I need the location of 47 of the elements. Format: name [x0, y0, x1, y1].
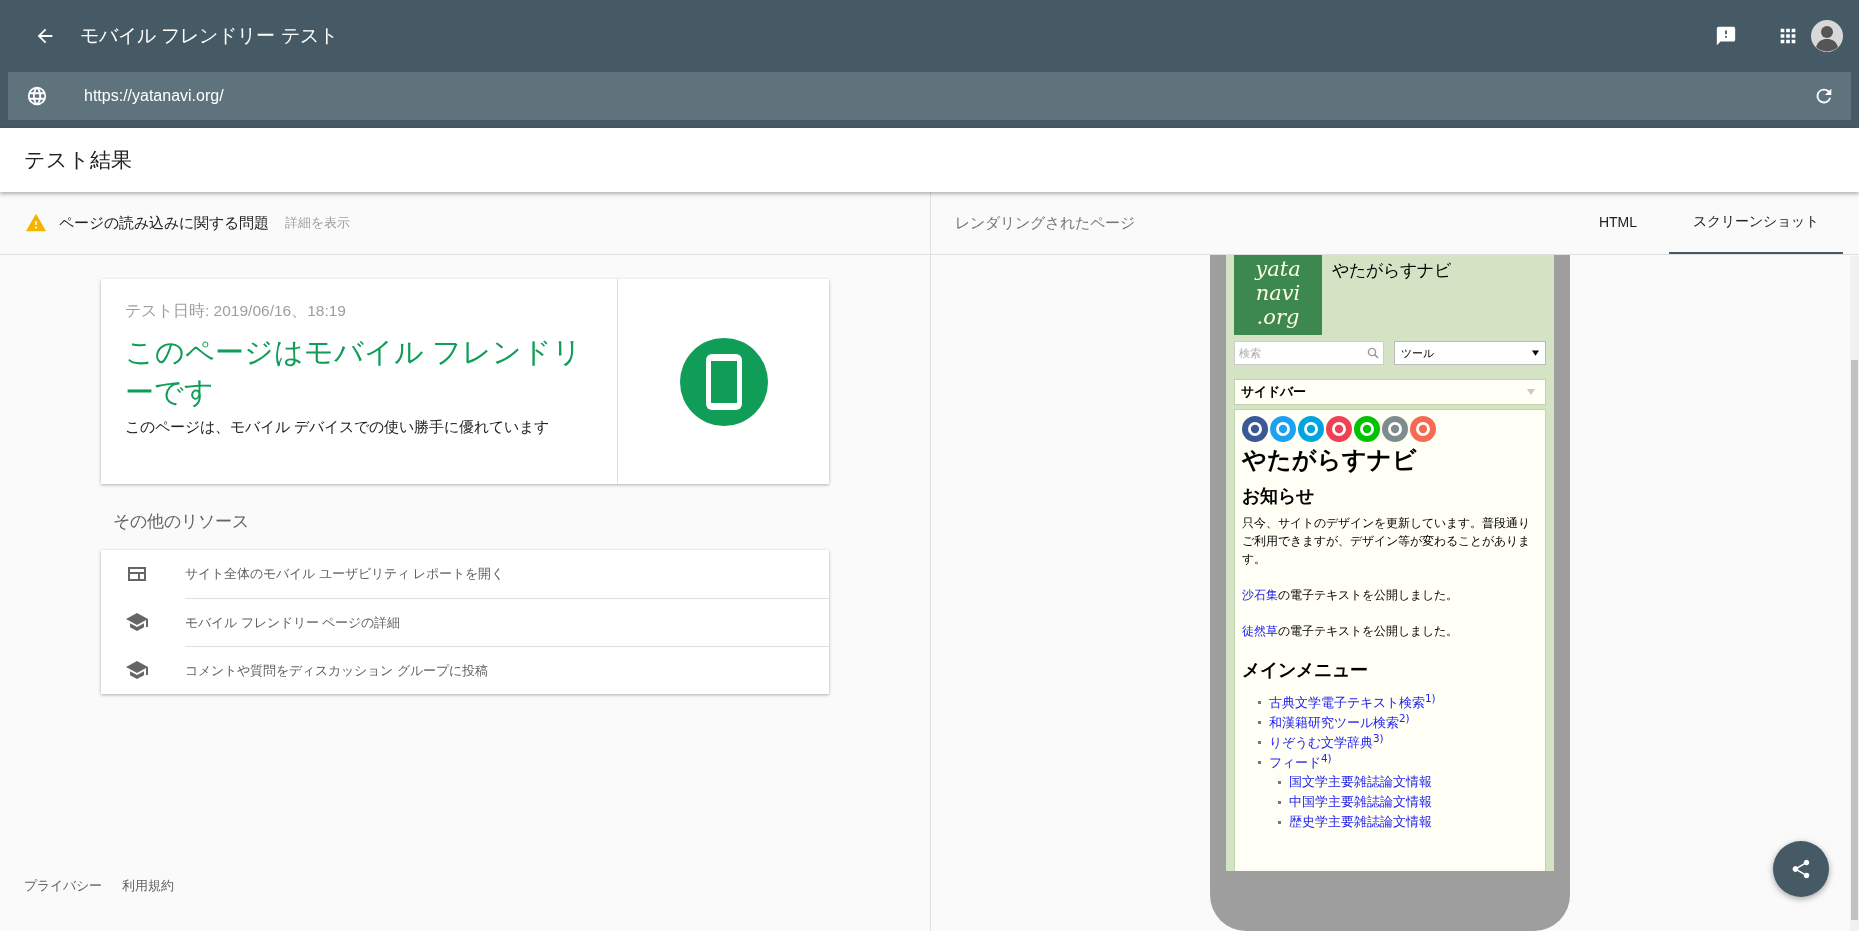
avatar-icon[interactable]: [1811, 20, 1843, 52]
news-text: 只今、サイトのデザインを更新しています。普段通りご利用できますが、デザイン等が変わることがあります。: [1242, 515, 1531, 568]
feedback-icon[interactable]: [1715, 25, 1737, 47]
app-title: モバイル フレンドリー テスト: [80, 24, 338, 48]
page-heading: やたがらすナビ: [1242, 445, 1418, 476]
menu-link[interactable]: 古典文学電子テキスト検索$^{1)}$: [1269, 691, 1436, 713]
text-link[interactable]: 沙石集: [1242, 588, 1278, 602]
site-logo: yata navi .org: [1234, 255, 1322, 335]
resources-title: その他のリソース: [113, 511, 250, 533]
text-link[interactable]: 徒然草: [1242, 624, 1278, 638]
globe-icon: [26, 85, 48, 107]
results-title: テスト結果: [24, 147, 132, 173]
menu-link[interactable]: 歴史学主要雑誌論文情報: [1289, 813, 1432, 831]
menu-link[interactable]: 国文学主要雑誌論文情報: [1289, 773, 1432, 791]
section-heading: メインメニュー: [1242, 658, 1369, 682]
site-title: やたがらすナビ: [1332, 259, 1451, 282]
issue-text: ページの読み込みに関する問題: [59, 213, 269, 233]
menu-link[interactable]: 中国学主要雑誌論文情報: [1289, 793, 1432, 811]
panel-title: レンダリングされたページ: [955, 213, 1135, 233]
resource-link[interactable]: サイト全体のモバイル ユーザビリティ レポートを開く: [101, 550, 829, 598]
caret-icon: [1532, 350, 1539, 356]
warning-icon: [25, 212, 47, 234]
graduation-cap-icon: [125, 610, 149, 634]
tab[interactable]: HTML: [1574, 192, 1661, 254]
share-button[interactable]: [1773, 841, 1829, 897]
result-description: このページは、モバイル デバイスでの使い勝手に優れています: [125, 418, 551, 437]
news-text: 徒然草の電子テキストを公開しました。: [1242, 623, 1459, 640]
graduation-cap-icon: [125, 658, 149, 682]
test-date: テスト日時: 2019/06/16、18:19: [125, 301, 347, 321]
mobile-phone-icon: [679, 337, 768, 426]
menu-link[interactable]: りぞうむ文学辞典$^{3)}$: [1269, 731, 1384, 753]
footer-link[interactable]: 利用規約: [122, 877, 174, 895]
scrollbar[interactable]: [1850, 256, 1859, 931]
menu-link[interactable]: フィード$^{4)}$: [1269, 751, 1332, 773]
footer-link[interactable]: プライバシー: [24, 877, 102, 895]
resource-link[interactable]: コメントや質問をディスカッション グループに投稿: [101, 646, 829, 694]
tools-dropdown[interactable]: ツール: [1394, 341, 1546, 365]
menu-link[interactable]: 和漢籍研究ツール検索$^{2)}$: [1269, 711, 1410, 733]
caret-icon: [1527, 389, 1535, 395]
resource-link[interactable]: モバイル フレンドリー ページの詳細: [101, 598, 829, 646]
news-text: 沙石集の電子テキストを公開しました。: [1242, 587, 1459, 604]
sidebar-toggle[interactable]: サイドバー: [1234, 379, 1546, 405]
search-icon: [1367, 347, 1379, 359]
section-heading: お知らせ: [1242, 484, 1315, 508]
result-headline: このページはモバイル フレンドリーです: [125, 335, 584, 410]
tab[interactable]: スクリーンショット: [1669, 192, 1843, 254]
url-field[interactable]: https://yatanavi.org/: [8, 72, 1851, 120]
